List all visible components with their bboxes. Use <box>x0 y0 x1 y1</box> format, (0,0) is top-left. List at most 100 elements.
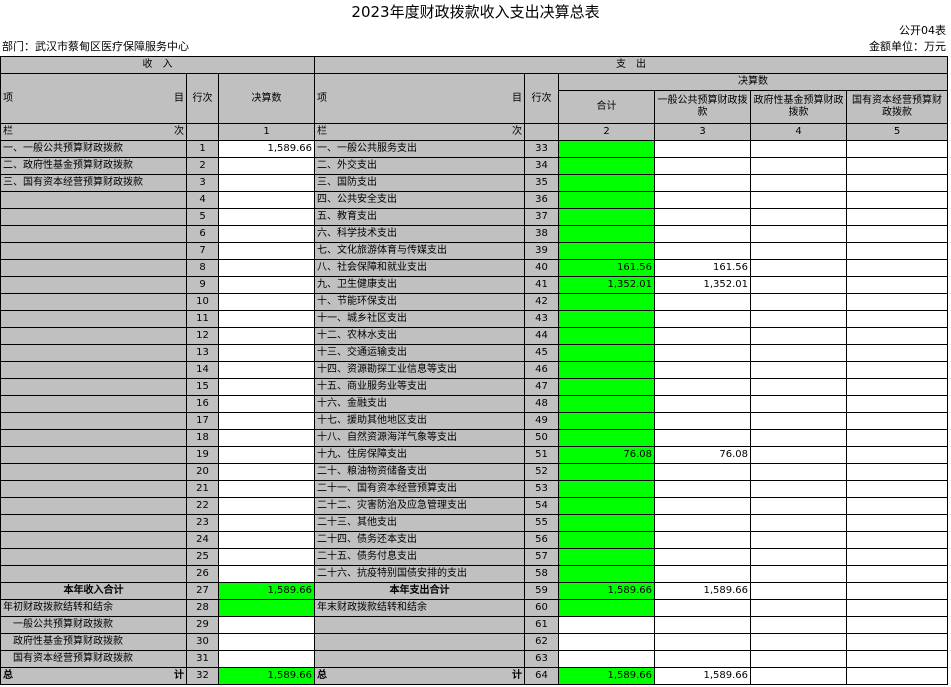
carryover-fund-row: 政府性基金预算财政拨款 30 62 <box>0 633 948 651</box>
table-row: 25 二十五、债务付息支出 57 <box>0 548 948 566</box>
income-column-index: 栏次 <box>0 123 187 141</box>
cell-cap <box>846 225 948 243</box>
cell-inc-val <box>218 395 315 413</box>
cell-inc-val <box>218 242 315 260</box>
cell-gen <box>654 242 751 260</box>
cell-inc-name: 一、一般公共预算财政拨款 <box>0 140 187 158</box>
table-row: 4 四、公共安全支出 36 <box>0 191 948 209</box>
cell-cap <box>846 140 948 158</box>
expense-column-index: 栏次 <box>314 123 525 141</box>
cell-exp-name: 四、公共安全支出 <box>314 191 525 209</box>
cell-inc-no: 11 <box>186 310 219 328</box>
cell-cap <box>846 497 948 515</box>
cell-gen <box>654 225 751 243</box>
cell-fund <box>750 344 847 362</box>
carryover-general-row: 一般公共预算财政拨款 29 61 <box>0 616 948 634</box>
col-index-4: 4 <box>750 123 847 141</box>
cell-inc-name: 二、政府性基金预算财政拨款 <box>0 157 187 175</box>
cell-inc-no: 2 <box>186 157 219 175</box>
cell-exp-no: 54 <box>524 497 559 515</box>
cell-inc-no: 26 <box>186 565 219 583</box>
cell-inc-no: 10 <box>186 293 219 311</box>
cell-total <box>558 429 655 447</box>
cell-exp-no: 34 <box>524 157 559 175</box>
carryover-capital-row: 国有资本经营预算财政拨款 31 63 <box>0 650 948 668</box>
cell-exp-name: 十二、农林水支出 <box>314 327 525 345</box>
cell-gen <box>654 344 751 362</box>
cell-total <box>558 327 655 345</box>
col-index-3: 3 <box>654 123 751 141</box>
cell-total <box>558 565 655 583</box>
table-row: 17 十七、援助其他地区支出 49 <box>0 412 948 430</box>
table-row: 15 十五、商业服务业等支出 47 <box>0 378 948 396</box>
cell-fund <box>750 293 847 311</box>
cell-fund <box>750 395 847 413</box>
cell-fund <box>750 531 847 549</box>
cell-exp-no: 53 <box>524 480 559 498</box>
table-row: 13 十三、交通运输支出 45 <box>0 344 948 362</box>
cell-inc-val <box>218 310 315 328</box>
cell-exp-name: 二十一、国有资本经营预算支出 <box>314 480 525 498</box>
cell-total <box>558 242 655 260</box>
cell-inc-name <box>0 480 187 498</box>
cell-inc-name <box>0 293 187 311</box>
cell-gen <box>654 480 751 498</box>
cell-inc-no: 8 <box>186 259 219 277</box>
cell-inc-val <box>218 276 315 294</box>
cell-inc-val <box>218 327 315 345</box>
cell-inc-val: 1,589.66 <box>218 140 315 158</box>
income-rowno-header: 行次 <box>186 73 219 124</box>
cell-exp-name: 三、国防支出 <box>314 174 525 192</box>
cell-total <box>558 378 655 396</box>
cell-gen <box>654 531 751 549</box>
cell-exp-no: 41 <box>524 276 559 294</box>
cell-inc-name <box>0 565 187 583</box>
cell-fund <box>750 548 847 566</box>
cell-total <box>558 531 655 549</box>
cell-exp-no: 35 <box>524 174 559 192</box>
cell-exp-no: 52 <box>524 463 559 481</box>
cell-total: 161.56 <box>558 259 655 277</box>
income-amount-header: 决算数 <box>218 73 315 124</box>
cell-exp-name: 十、节能环保支出 <box>314 293 525 311</box>
cell-exp-no: 46 <box>524 361 559 379</box>
cell-inc-val <box>218 429 315 447</box>
cell-inc-name <box>0 259 187 277</box>
cell-total <box>558 344 655 362</box>
carryover-row: 年初财政拨款结转和结余 28 年末财政拨款结转和结余 60 <box>0 599 948 617</box>
cell-fund <box>750 276 847 294</box>
cell-total <box>558 191 655 209</box>
cell-cap <box>846 480 948 498</box>
cell-inc-name <box>0 395 187 413</box>
cell-inc-name: 三、国有资本经营预算财政拨款 <box>0 174 187 192</box>
cell-inc-no: 7 <box>186 242 219 260</box>
cell-inc-val <box>218 446 315 464</box>
expense-item-header: 项目 <box>314 73 525 124</box>
cell-total <box>558 157 655 175</box>
cell-exp-name: 二十二、灾害防治及应急管理支出 <box>314 497 525 515</box>
cell-exp-name: 十七、援助其他地区支出 <box>314 412 525 430</box>
col-index-1: 1 <box>218 123 315 141</box>
table-row: 三、国有资本经营预算财政拨款 3 三、国防支出 35 <box>0 174 948 192</box>
cell-total <box>558 548 655 566</box>
budget-table: 收 入 支 出 项目 行次 决算数 项目 行次 决算数 合计 一般公共预算财政拨… <box>0 56 948 685</box>
cell-inc-name <box>0 429 187 447</box>
cell-fund <box>750 412 847 430</box>
cell-inc-val <box>218 191 315 209</box>
cell-inc-name <box>0 327 187 345</box>
cell-inc-no: 14 <box>186 361 219 379</box>
cell-gen <box>654 327 751 345</box>
table-row: 8 八、社会保障和就业支出 40 161.56 161.56 <box>0 259 948 277</box>
cell-exp-no: 33 <box>524 140 559 158</box>
cell-gen <box>654 565 751 583</box>
cell-inc-name <box>0 463 187 481</box>
cell-inc-val <box>218 174 315 192</box>
table-row: 21 二十一、国有资本经营预算支出 53 <box>0 480 948 498</box>
cell-inc-name <box>0 310 187 328</box>
cell-fund <box>750 208 847 226</box>
table-row: 11 十一、城乡社区支出 43 <box>0 310 948 328</box>
cell-total <box>558 395 655 413</box>
cell-exp-no: 39 <box>524 242 559 260</box>
cell-exp-no: 40 <box>524 259 559 277</box>
table-row: 12 十二、农林水支出 44 <box>0 327 948 345</box>
